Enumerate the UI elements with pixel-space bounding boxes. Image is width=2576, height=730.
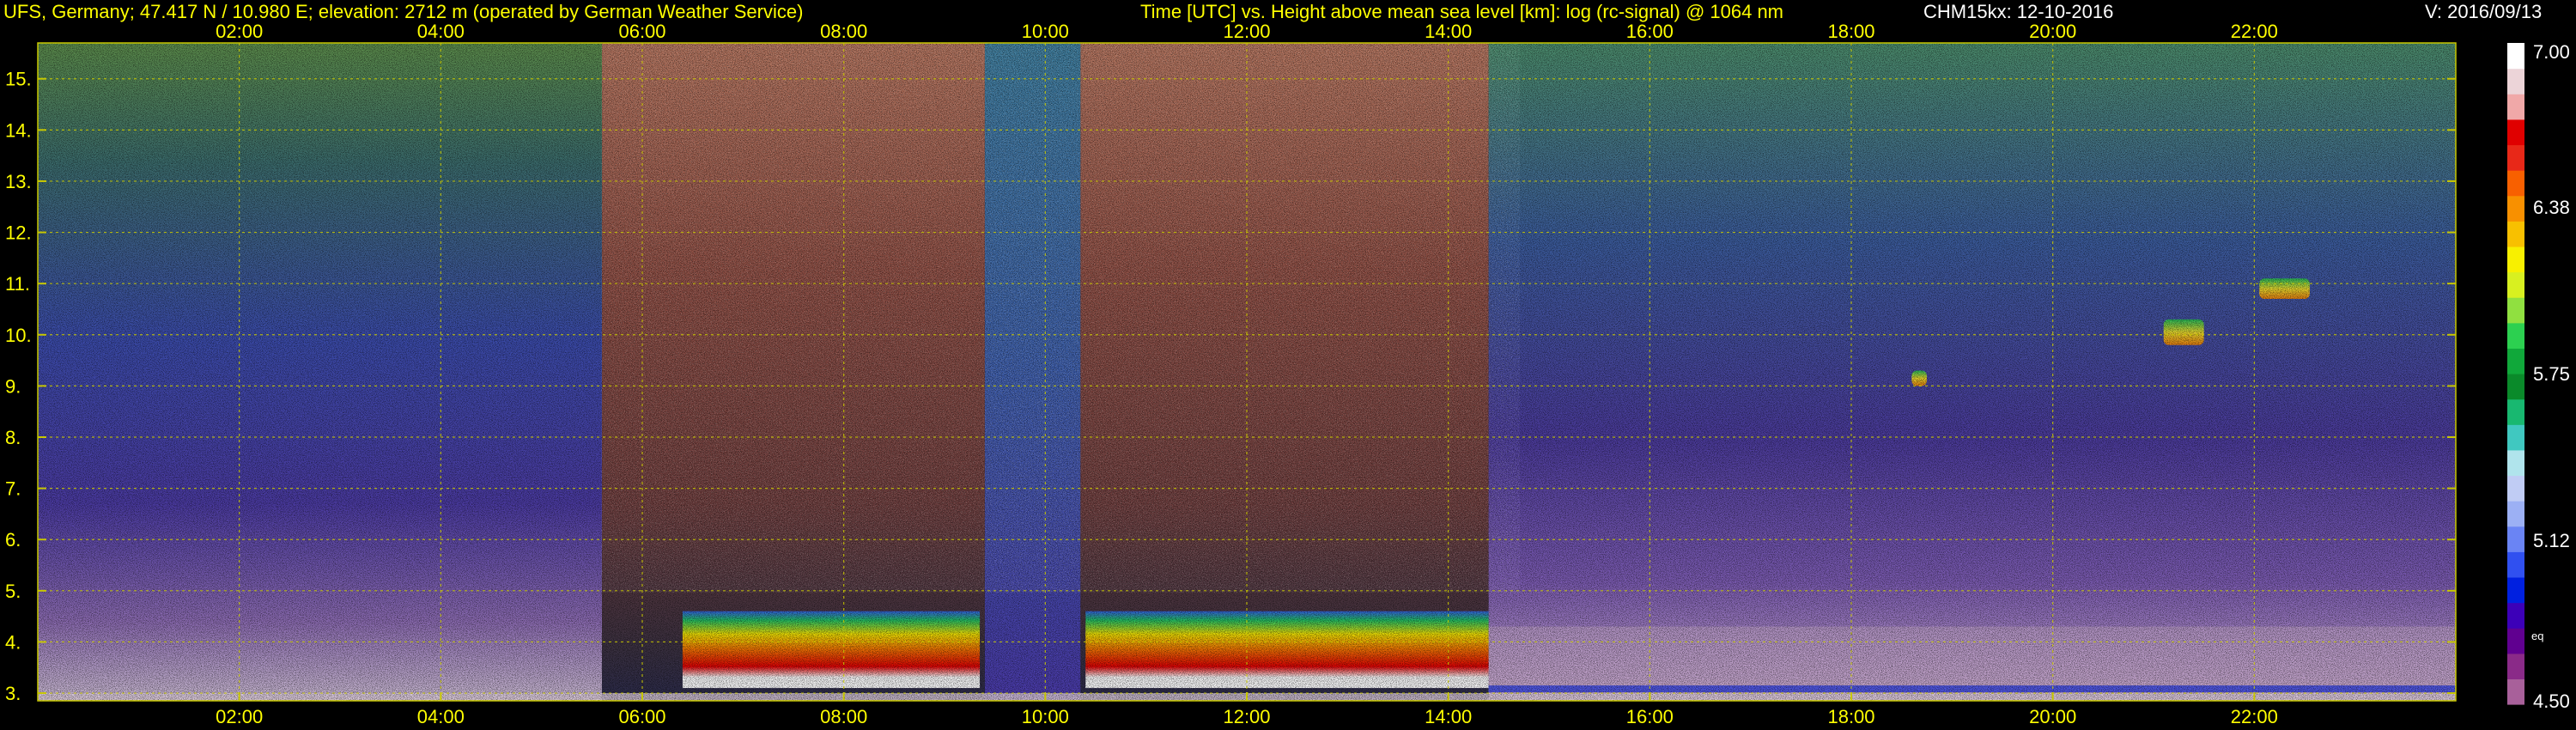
x-tick-label-top: 14:00	[1425, 21, 1472, 42]
colorbar-segment	[2507, 170, 2524, 197]
colorbar-segment	[2507, 602, 2524, 629]
x-tick-label-top: 10:00	[1022, 21, 1069, 42]
colorbar-segment	[2507, 195, 2524, 222]
x-tick-label-top: 08:00	[820, 21, 867, 42]
y-tick-label: 12.	[5, 222, 32, 244]
x-tick-label-bottom: 18:00	[1827, 706, 1874, 727]
colorbar-segment	[2507, 221, 2524, 247]
colorbar-segment	[2507, 576, 2524, 604]
x-tick-label-bottom: 16:00	[1626, 706, 1674, 727]
colorbar-segment	[2507, 551, 2524, 578]
colorbar-tick-label: 4.50	[2533, 690, 2570, 712]
colorbar-segment	[2507, 297, 2524, 324]
y-tick-label: 9.	[5, 375, 21, 397]
x-tick-label-bottom: 04:00	[417, 706, 465, 727]
x-tick-label-bottom: 22:00	[2231, 706, 2278, 727]
x-tick-label-top: 12:00	[1223, 21, 1270, 42]
x-tick-label-top: 18:00	[1827, 21, 1874, 42]
x-tick-label-top: 02:00	[216, 21, 263, 42]
colorbar-segment	[2507, 119, 2524, 146]
y-tick-label: 7.	[5, 478, 21, 500]
y-tick-label: 4.	[5, 631, 21, 653]
colorbar: 7.00 6.38 5.75 5.12 4.50 eq	[2507, 41, 2570, 712]
colorbar-segment	[2507, 144, 2524, 171]
x-tick-label-top: 04:00	[417, 21, 465, 42]
colorbar-segment	[2507, 526, 2524, 552]
colorbar-segment	[2507, 398, 2524, 425]
y-tick-label: 5.	[5, 581, 21, 602]
x-tick-label-bottom: 10:00	[1022, 706, 1069, 727]
colorbar-tick-label: 6.38	[2533, 197, 2570, 218]
x-tick-label-top: 20:00	[2029, 21, 2076, 42]
y-tick-label: 11.	[5, 273, 30, 295]
colorbar-segment	[2507, 43, 2524, 70]
colorbar-segment	[2507, 374, 2524, 400]
x-tick-label-bottom: 14:00	[1425, 706, 1472, 727]
colorbar-segment	[2507, 68, 2524, 94]
colorbar-segment	[2507, 246, 2524, 273]
colorbar-segment	[2507, 322, 2524, 349]
colorbar-tick-label: 5.12	[2533, 530, 2570, 551]
colorbar-extra-label: eq	[2531, 630, 2543, 642]
colorbar-segment	[2507, 94, 2524, 120]
colorbar-segment	[2507, 628, 2524, 654]
colorbar-tick-label: 5.75	[2533, 363, 2570, 385]
colorbar-segment	[2507, 678, 2524, 705]
x-tick-label-top: 06:00	[618, 21, 665, 42]
colorbar-segment	[2507, 449, 2524, 477]
y-tick-label: 6.	[5, 529, 21, 551]
y-tick-label: 15.	[5, 69, 32, 90]
x-tick-label-bottom: 12:00	[1223, 706, 1270, 727]
y-tick-label: 8.	[5, 427, 21, 448]
ceilometer-chart: 02:00 02:00 04:00 04:00 06:00 06:00 08:00 08:00…	[5, 21, 2570, 727]
x-tick-label-bottom: 20:00	[2029, 706, 2076, 727]
colorbar-segment	[2507, 424, 2524, 451]
x-tick-label-top: 22:00	[2231, 21, 2278, 42]
x-tick-label-bottom: 08:00	[820, 706, 867, 727]
x-tick-label-bottom: 06:00	[618, 706, 665, 727]
colorbar-tick-label: 7.00	[2533, 41, 2570, 63]
colorbar-segment	[2507, 271, 2524, 298]
x-tick-label-bottom: 02:00	[216, 706, 263, 727]
y-tick-label: 10.	[5, 325, 32, 346]
colorbar-segment	[2507, 475, 2524, 502]
y-tick-label: 14.	[5, 119, 32, 141]
colorbar-segment	[2507, 501, 2524, 527]
y-tick-label: 13.	[5, 171, 32, 192]
colorbar-segment	[2507, 653, 2524, 679]
y-tick-label: 3.	[5, 683, 21, 704]
colorbar-segment	[2507, 348, 2524, 374]
x-tick-label-top: 16:00	[1626, 21, 1674, 42]
